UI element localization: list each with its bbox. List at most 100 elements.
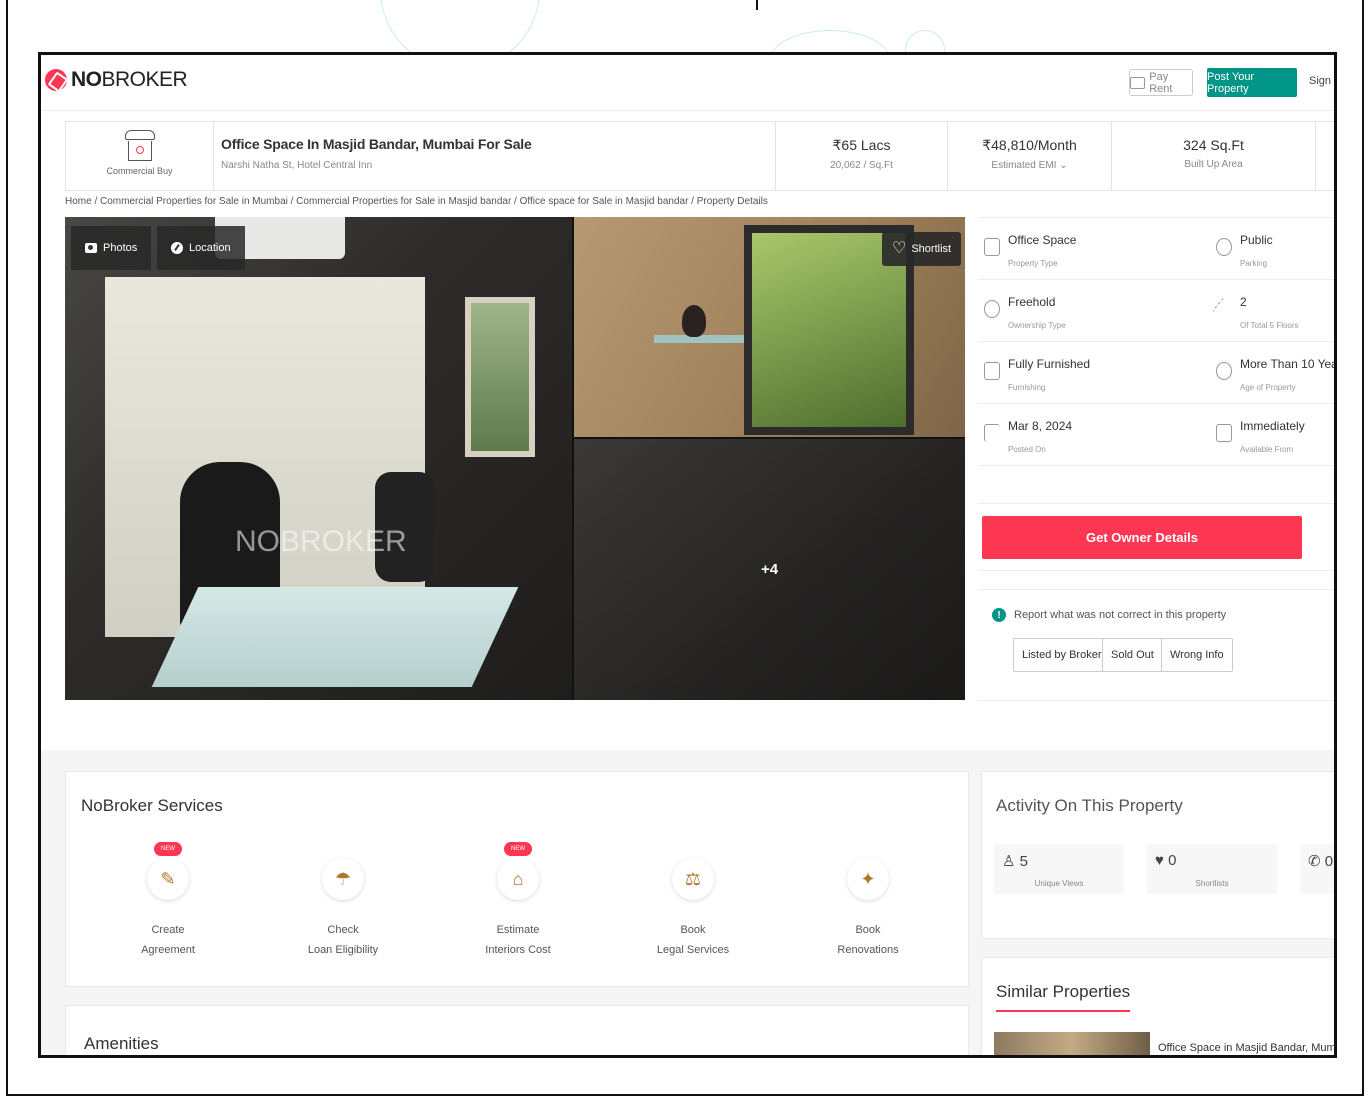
detail-value: More Than 10 Year [1240, 357, 1337, 371]
report-wrong-info-button[interactable]: Wrong Info [1161, 638, 1233, 672]
post-property-button[interactable]: Post Your Property [1207, 68, 1297, 97]
detail-value: Immediately [1240, 419, 1305, 433]
interiors-icon: ⌂ [497, 858, 539, 900]
pay-rent-label: Pay Rent [1149, 70, 1173, 95]
parking-icon [1216, 238, 1232, 256]
similar-properties-section: Similar Properties Office Space in Masji… [981, 957, 1334, 1055]
main-photo[interactable]: NOBROKER [65, 217, 572, 700]
unique-views-stat: ♙ 5 Unique Views [994, 844, 1124, 894]
category-box: Commercial Buy [66, 122, 214, 190]
detail-value: Office Space [1008, 233, 1077, 247]
photo-desk [151, 587, 519, 687]
photo-gallery[interactable]: NOBROKER +4 Photos Location ♡ Shortlist [65, 217, 965, 700]
shortlists-count: ♥ 0 [1155, 852, 1177, 869]
unique-views-label: Unique Views [1034, 879, 1084, 888]
area-value: 324 Sq.Ft [1183, 137, 1244, 153]
report-text: Report what was not correct in this prop… [1014, 609, 1227, 621]
detail-label: Ownership Type [1008, 321, 1066, 330]
detail-label: Furnishing [1008, 383, 1046, 392]
shortlists-label: Shortlists [1195, 879, 1229, 888]
breadcrumb[interactable]: Home / Commercial Properties for Sale in… [65, 196, 768, 207]
logo-text: NOBROKER [71, 68, 188, 91]
similar-property-thumbnail[interactable] [994, 1032, 1150, 1055]
stairs-icon [1212, 296, 1236, 322]
report-listed-by-broker-button[interactable]: Listed by Broker [1013, 638, 1111, 672]
emi-dropdown[interactable]: Estimated EMI ⌄ [948, 160, 1111, 171]
emi-stat[interactable]: ₹48,810/Month Estimated EMI ⌄ [947, 122, 1111, 190]
shortlist-button[interactable]: ♡ Shortlist [882, 232, 962, 266]
service-label: Book Renovations [837, 924, 899, 956]
photos-button[interactable]: Photos [71, 226, 152, 270]
detail-furnishing: Fully Furnished Furnishing [978, 342, 1210, 404]
detail-posted: Mar 8, 2024 Posted On [978, 404, 1210, 466]
frame-divider [756, 0, 758, 10]
activity-title: Activity On This Property [996, 796, 1183, 815]
detail-value: Fully Furnished [1008, 357, 1091, 371]
nobroker-logo[interactable]: NOBROKER [45, 68, 188, 92]
detail-label: Property Type [1008, 259, 1058, 268]
key-icon [984, 300, 1000, 318]
get-owner-details-button[interactable]: Get Owner Details [982, 516, 1302, 559]
detail-label: Posted On [1008, 445, 1046, 454]
service-label: Create Agreement [141, 924, 195, 956]
more-photos-count: +4 [761, 561, 779, 578]
shortlist-label: Shortlist [911, 243, 952, 255]
property-summary: Commercial Buy Office Space In Masjid Ba… [65, 121, 1334, 191]
area-label: Built Up Area [1184, 159, 1243, 170]
building-icon [984, 238, 1000, 256]
camera-icon [85, 243, 97, 253]
signup-link[interactable]: Sign u [1309, 75, 1334, 87]
contacts-count: ✆ 0 [1308, 853, 1334, 870]
gavel-icon: ⚖ [672, 858, 714, 900]
wardrobe-icon [984, 362, 1000, 380]
property-address: Narshi Natha St, Hotel Central Inn [221, 160, 373, 171]
renovation-icon: ✦ [847, 858, 889, 900]
service-renovations[interactable]: ✦ Book Renovations [803, 837, 933, 960]
info-icon: ! [992, 608, 1006, 622]
location-button[interactable]: Location [157, 226, 245, 270]
detail-label: Age of Property [1240, 383, 1296, 392]
pay-rent-button[interactable]: Pay Rent [1129, 69, 1193, 96]
services-section: NoBroker Services NEW ✎ Create Agreement … [65, 771, 969, 987]
agreement-icon: ✎ [147, 858, 189, 900]
logo-icon [45, 69, 67, 91]
contacts-stat: ✆ 0 [1300, 844, 1334, 894]
title-box: Office Space In Masjid Bandar, Mumbai Fo… [221, 136, 532, 171]
photo-window [465, 297, 535, 457]
card-icon [1130, 76, 1146, 89]
report-sold-out-button[interactable]: Sold Out [1102, 638, 1163, 672]
similar-property-title[interactable]: Office Space in Masjid Bandar, Mumba [1158, 1042, 1334, 1054]
heart-icon: ♡ [892, 240, 907, 257]
amenities-title: Amenities [84, 1034, 159, 1053]
detail-label: Parking [1240, 259, 1268, 268]
detail-floor: 2 Of Total 5 Floors [1210, 280, 1334, 342]
calendar-icon [1216, 424, 1232, 442]
service-label: Estimate Interiors Cost [485, 924, 551, 956]
service-loan-eligibility[interactable]: ☂ Check Loan Eligibility [278, 837, 408, 960]
service-legal[interactable]: ⚖ Book Legal Services [628, 837, 758, 960]
hourglass-icon [1216, 362, 1232, 380]
service-interiors-cost[interactable]: NEW ⌂ Estimate Interiors Cost [453, 837, 583, 960]
property-details-grid: Office Space Property Type Public Parkin… [978, 217, 1337, 485]
loan-icon: ☂ [322, 858, 364, 900]
services-title: NoBroker Services [81, 796, 223, 815]
more-photos-tile[interactable]: +4 [574, 439, 965, 700]
emi-value: ₹48,810/Month [982, 137, 1077, 153]
owner-details-box: Get Owner Details [978, 503, 1334, 571]
shortlists-stat: ♥ 0 Shortlists [1147, 844, 1277, 894]
browser-window: NOBROKER Pay Rent Post Your Property Sig… [38, 52, 1337, 1058]
detail-parking: Public Parking [1210, 218, 1334, 280]
service-create-agreement[interactable]: NEW ✎ Create Agreement [103, 837, 233, 960]
service-label: Check Loan Eligibility [307, 924, 379, 956]
person-icon: ♙ [1002, 853, 1020, 870]
similar-properties-title: Similar Properties [996, 982, 1131, 1012]
heart-icon: ♥ [1155, 852, 1169, 869]
property-title: Office Space In Masjid Bandar, Mumbai Fo… [221, 136, 532, 152]
new-badge: NEW [504, 842, 532, 856]
detail-available: Immediately Available From [1210, 404, 1334, 466]
unique-views-count: ♙ 5 [1002, 853, 1028, 870]
price-value: ₹65 Lacs [832, 137, 891, 153]
photo-watermark: NOBROKER [235, 525, 407, 558]
detail-ownership: Freehold Ownership Type [978, 280, 1210, 342]
activity-section: Activity On This Property ♙ 5 Unique Vie… [981, 771, 1334, 939]
